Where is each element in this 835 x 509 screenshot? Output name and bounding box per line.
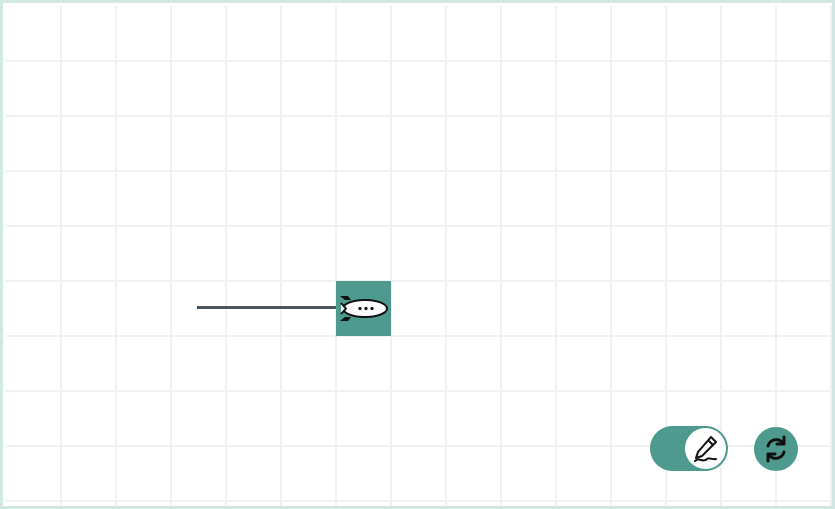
pen-icon (694, 436, 717, 462)
toggle-knob[interactable] (685, 428, 726, 469)
robot-cell (336, 281, 391, 336)
refresh-icon (766, 435, 786, 463)
reset-button[interactable] (754, 427, 798, 471)
rocket-icon (340, 296, 388, 321)
pen-toggle[interactable] (650, 426, 728, 471)
pen-trail (197, 306, 337, 309)
